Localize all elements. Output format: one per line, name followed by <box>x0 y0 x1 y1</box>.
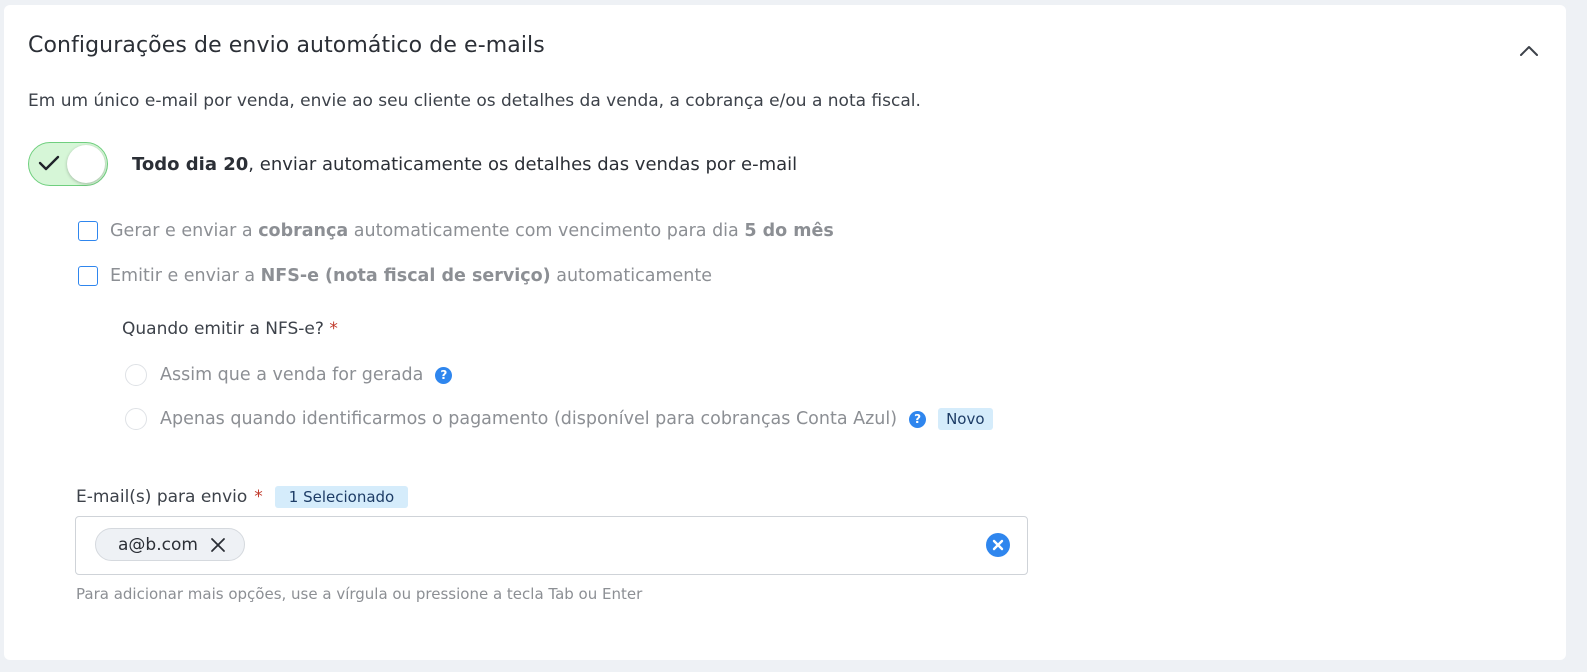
email-chip-label: a@b.com <box>118 534 198 555</box>
email-chip: a@b.com <box>95 528 245 561</box>
nfse-checkbox[interactable] <box>78 266 98 286</box>
nfse-option-label: Emitir e enviar a NFS-e (nota fiscal de … <box>110 266 712 286</box>
nfse-when-text: Quando emitir a NFS-e? <box>122 319 324 339</box>
close-icon <box>211 537 225 552</box>
charge-text-1: Gerar e enviar a <box>110 221 259 241</box>
auto-send-toggle[interactable] <box>28 142 108 186</box>
required-mark: * <box>254 487 263 507</box>
clear-all-button[interactable] <box>986 533 1010 557</box>
toggle-label-bold: Todo dia 20 <box>132 154 249 175</box>
email-label-text: E-mail(s) para envio <box>76 487 248 507</box>
required-mark: * <box>329 319 338 339</box>
collapse-section-button[interactable] <box>1512 37 1546 65</box>
radio-option-on-payment[interactable]: Apenas quando identificarmos o pagamento… <box>125 408 993 430</box>
nfse-bold-1: NFS-e (nota fiscal de serviço) <box>260 266 551 286</box>
nfse-option-row[interactable]: Emitir e enviar a NFS-e (nota fiscal de … <box>78 266 712 286</box>
email-multiselect-input[interactable]: a@b.com <box>75 516 1028 575</box>
radio-on-sale[interactable] <box>125 364 147 386</box>
section-title: Configurações de envio automático de e-m… <box>28 33 545 58</box>
charge-bold-1: cobrança <box>258 221 349 241</box>
email-field-label: E-mail(s) para envio * 1 Selecionado <box>76 486 409 508</box>
email-field-hint: Para adicionar mais opções, use a vírgul… <box>76 585 643 603</box>
charge-option-label: Gerar e enviar a cobrança automaticament… <box>110 221 834 241</box>
new-badge: Novo <box>938 408 993 430</box>
help-icon[interactable]: ? <box>909 410 927 428</box>
toggle-label-rest: , enviar automaticamente os detalhes das… <box>248 154 798 175</box>
charge-option-row[interactable]: Gerar e enviar a cobrança automaticament… <box>78 221 834 241</box>
charge-bold-2: 5 do mês <box>744 221 834 241</box>
radio-on-payment-label: Apenas quando identificarmos o pagamento… <box>160 409 898 429</box>
auto-email-settings-card: Configurações de envio automático de e-m… <box>4 5 1566 660</box>
radio-on-sale-label: Assim que a venda for gerada <box>160 365 424 385</box>
nfse-text-1: Emitir e enviar a <box>110 266 261 286</box>
check-icon <box>38 155 60 171</box>
selected-count-badge: 1 Selecionado <box>274 486 409 508</box>
clear-icon <box>992 539 1004 551</box>
auto-send-toggle-label: Todo dia 20, enviar automaticamente os d… <box>132 154 797 175</box>
nfse-when-label: Quando emitir a NFS-e? * <box>122 319 338 339</box>
radio-on-payment[interactable] <box>125 408 147 430</box>
section-description: Em um único e-mail por venda, envie ao s… <box>28 91 921 111</box>
nfse-text-2: automaticamente <box>550 266 712 286</box>
chevron-up-icon <box>1520 46 1538 56</box>
toggle-knob <box>67 145 105 183</box>
help-icon[interactable]: ? <box>435 366 453 384</box>
charge-checkbox[interactable] <box>78 221 98 241</box>
remove-chip-button[interactable] <box>210 537 226 553</box>
radio-option-on-sale[interactable]: Assim que a venda for gerada ? <box>125 364 453 386</box>
charge-text-2: automaticamente com vencimento para dia <box>348 221 745 241</box>
